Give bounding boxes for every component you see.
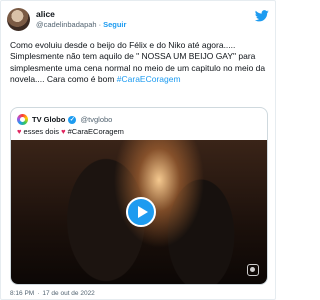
heart-icon: ♥ [17,127,22,136]
quoted-text: ♥ esses dois ♥ #CaraECoragem [17,127,124,136]
separator-dot: · [98,20,102,29]
verified-badge-icon: ✓ [68,116,77,125]
author-avatar[interactable] [7,8,30,31]
tweet-text: Como evoluiu desde o beijo do Félix e do… [10,40,268,86]
tweet-header: alice @cadelinbadapah · Seguir [7,8,269,32]
video-thumbnail[interactable] [11,140,267,284]
author-name[interactable]: alice [36,9,55,19]
author-handle-row: @cadelinbadapah · Seguir [36,20,126,29]
tweet-timestamp[interactable]: 8:16 PM · 17 de out de 2022 [10,290,95,297]
quoted-tweet[interactable]: TV Globo ✓ @tvglobo ♥ esses dois ♥ #Cara… [10,107,268,285]
quoted-header: TV Globo ✓ @tvglobo [17,114,261,126]
quoted-author-row: TV Globo ✓ @tvglobo [32,115,113,125]
tweet-time: 8:16 PM [10,290,35,297]
quoted-author-handle[interactable]: @tvglobo [81,115,113,124]
quoted-avatar[interactable] [17,114,28,125]
timestamp-separator: · [37,290,40,297]
embedded-tweet: alice @cadelinbadapah · Seguir Como evolui… [0,0,276,300]
author-handle[interactable]: @cadelinbadapah [36,20,97,29]
twitter-bird-icon[interactable] [255,10,269,22]
tweet-date: 17 de out de 2022 [42,290,95,297]
quoted-hashtag[interactable]: #CaraECoragem [68,127,124,136]
quoted-text-body: esses dois [23,127,59,136]
play-icon[interactable] [126,197,156,227]
follow-button[interactable]: Seguir [103,20,126,29]
globo-watermark-icon [247,264,259,276]
quoted-author-name[interactable]: TV Globo [32,115,65,124]
hashtag-link[interactable]: #CaraECoragem [117,74,181,84]
heart-icon: ♥ [61,127,66,136]
